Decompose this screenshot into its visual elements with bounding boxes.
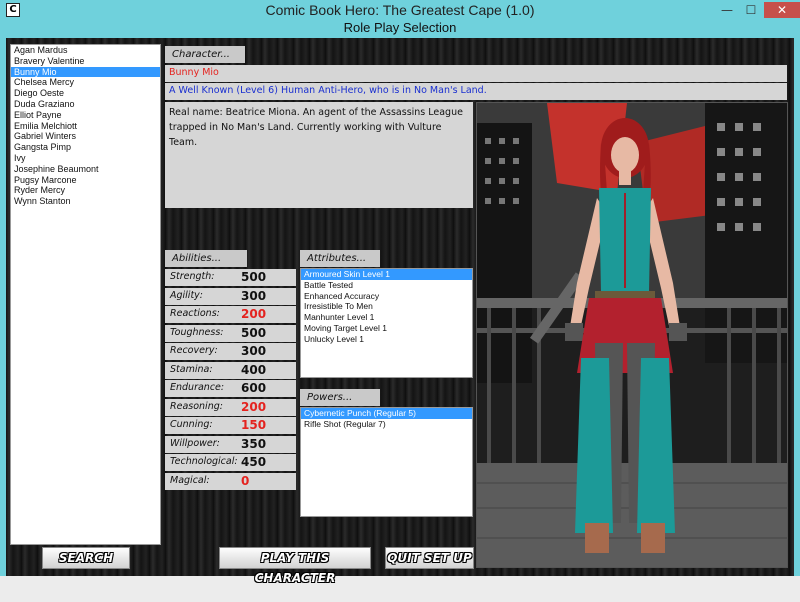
ability-value: 200 xyxy=(241,399,267,414)
tab-powers: Powers... xyxy=(300,389,380,406)
list-item[interactable]: Josephine Beaumont xyxy=(11,164,160,175)
list-item[interactable]: Moving Target Level 1 xyxy=(301,323,472,334)
ability-value: 0 xyxy=(241,473,250,488)
powers-list[interactable]: Cybernetic Punch (Regular 5) Rifle Shot (… xyxy=(300,407,473,517)
ability-label: Recovery: xyxy=(170,345,218,356)
list-item[interactable]: Agan Mardus xyxy=(11,45,160,56)
ability-value: 300 xyxy=(241,288,267,303)
ability-row: Agility: 300 xyxy=(165,287,296,305)
window-titlebar: C Comic Book Hero: The Greatest Cape (1.… xyxy=(0,0,800,20)
window-title: Comic Book Hero: The Greatest Cape (1.0) xyxy=(265,2,535,18)
bottom-strip xyxy=(0,576,800,602)
list-item[interactable]: Unlucky Level 1 xyxy=(301,334,472,345)
ability-label: Endurance: xyxy=(170,382,225,393)
minimize-button[interactable]: — xyxy=(714,2,740,18)
list-item[interactable]: Rifle Shot (Regular 7) xyxy=(301,419,472,430)
list-item[interactable]: Duda Graziano xyxy=(11,99,160,110)
tab-attributes: Attributes... xyxy=(300,250,380,267)
ability-value: 500 xyxy=(241,325,267,340)
ability-label: Reactions: xyxy=(170,308,220,319)
ability-row: Reactions: 200 xyxy=(165,306,296,323)
portrait-illustration xyxy=(477,103,787,567)
ability-row: Reasoning: 200 xyxy=(165,398,296,416)
attributes-list[interactable]: Armoured Skin Level 1 Battle Tested Enhanc… xyxy=(300,268,473,378)
list-item[interactable]: Bravery Valentine xyxy=(11,56,160,67)
close-button[interactable]: ✕ xyxy=(764,2,800,18)
character-summary: A Well Known (Level 6) Human Anti-Hero, … xyxy=(165,83,787,100)
ability-label: Strength: xyxy=(170,271,215,282)
ability-row: Toughness: 500 xyxy=(165,324,296,342)
ability-row: Strength: 500 xyxy=(165,269,296,286)
list-item[interactable]: Irresistible To Men xyxy=(301,301,472,312)
ability-row: Recovery: 300 xyxy=(165,343,296,360)
character-list[interactable]: Agan Mardus Bravery Valentine Bunny Mio Che… xyxy=(10,44,161,545)
list-item[interactable]: Wynn Stanton xyxy=(11,196,160,207)
list-item[interactable]: Elliot Payne xyxy=(11,110,160,121)
list-item[interactable]: Cybernetic Punch (Regular 5) xyxy=(301,408,472,419)
ability-value: 150 xyxy=(241,418,267,432)
ability-row: Endurance: 600 xyxy=(165,380,296,397)
dialog-title: Role Play Selection xyxy=(343,20,457,35)
ability-value: 450 xyxy=(241,455,267,469)
maximize-button[interactable]: ☐ xyxy=(738,2,764,18)
list-item[interactable]: Ivy xyxy=(11,153,160,164)
ability-label: Stamina: xyxy=(170,363,213,375)
search-button[interactable]: SEARCH xyxy=(42,547,130,569)
list-item[interactable]: Armoured Skin Level 1 xyxy=(301,269,472,280)
ability-row: Stamina: 400 xyxy=(165,361,296,379)
character-portrait xyxy=(476,102,788,568)
list-item[interactable]: Bunny Mio xyxy=(11,66,160,78)
tab-character: Character... xyxy=(165,46,245,63)
ability-value: 600 xyxy=(241,381,267,395)
character-name: Bunny Mio xyxy=(165,65,787,82)
ability-value: 200 xyxy=(241,307,267,321)
ability-label: Toughness: xyxy=(170,326,224,338)
ability-value: 350 xyxy=(241,436,267,451)
list-item[interactable]: Ryder Mercy xyxy=(11,185,160,196)
play-character-button[interactable]: PLAY THIS CHARACTER xyxy=(219,547,371,585)
ability-row: Willpower: 350 xyxy=(165,435,296,453)
list-item[interactable]: Gangsta Pimp xyxy=(11,142,160,153)
list-item[interactable]: Manhunter Level 1 xyxy=(301,312,472,323)
tab-abilities: Abilities... xyxy=(165,250,247,267)
ability-row: Cunning: 150 xyxy=(165,417,296,434)
character-description: Real name: Beatrice Miona. An agent of t… xyxy=(165,102,473,208)
list-item[interactable]: Emilia Melchiott xyxy=(11,121,160,132)
ability-label: Reasoning: xyxy=(170,400,223,412)
ability-row: Magical: 0 xyxy=(165,472,296,490)
ability-label: Willpower: xyxy=(170,437,220,449)
list-item[interactable]: Diego Oeste xyxy=(11,88,160,99)
ability-row: Technological: 450 xyxy=(165,454,296,471)
ability-label: Technological: xyxy=(170,456,238,467)
list-item[interactable]: Pugsy Marcone xyxy=(11,175,160,186)
ability-value: 400 xyxy=(241,362,267,377)
list-item[interactable]: Chelsea Mercy xyxy=(11,77,160,88)
ability-label: Magical: xyxy=(170,474,210,486)
ability-label: Agility: xyxy=(170,289,203,301)
ability-value: 500 xyxy=(241,270,267,284)
ability-label: Cunning: xyxy=(170,419,213,430)
ability-value: 300 xyxy=(241,344,267,358)
list-item[interactable]: Enhanced Accuracy xyxy=(301,291,472,302)
list-item[interactable]: Battle Tested xyxy=(301,280,472,291)
list-item[interactable]: Gabriel Winters xyxy=(11,131,160,142)
quit-setup-button[interactable]: QUIT SET UP xyxy=(385,547,474,569)
